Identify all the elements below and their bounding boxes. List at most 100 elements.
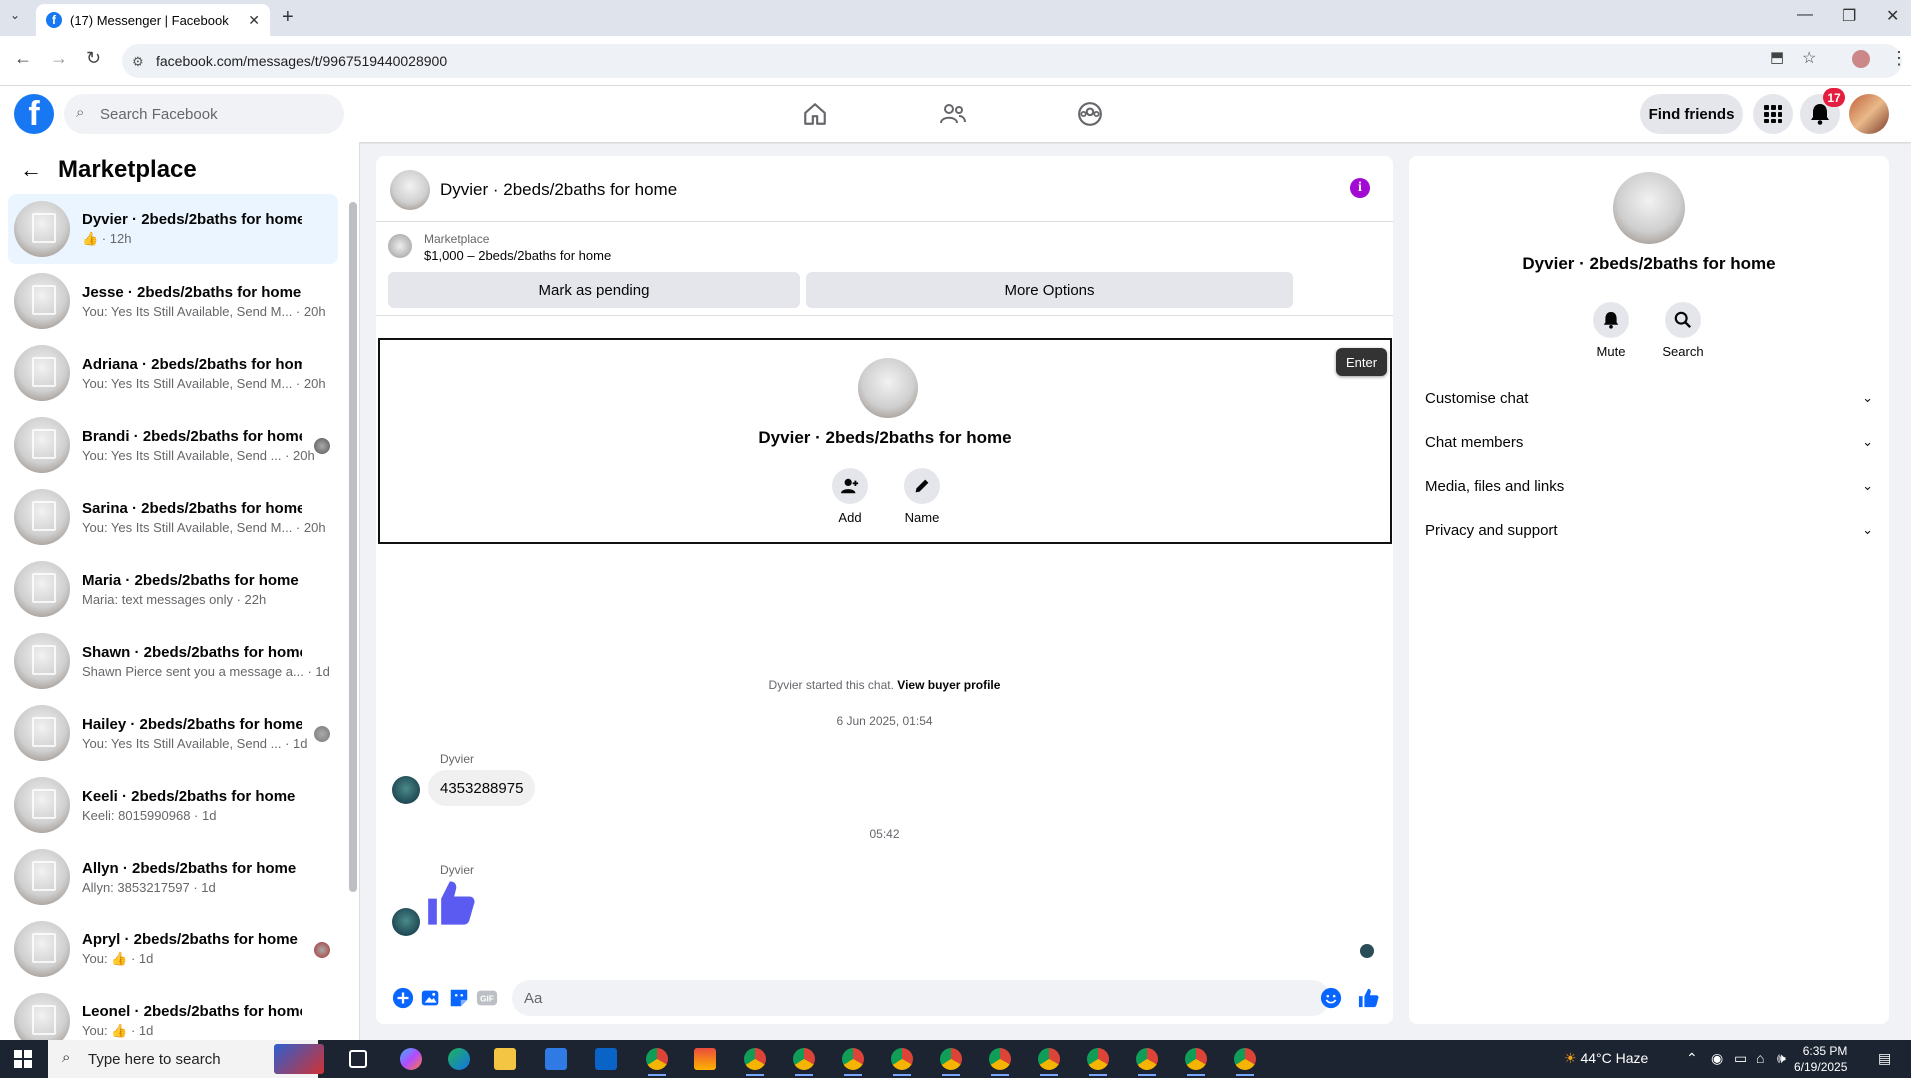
battery-icon[interactable]: ▭ bbox=[1734, 1050, 1747, 1067]
chrome-icon[interactable] bbox=[646, 1048, 668, 1076]
home-icon[interactable] bbox=[799, 98, 831, 130]
facebook-logo[interactable]: f bbox=[14, 94, 54, 134]
search-facebook-input[interactable]: ⌕ Search Facebook bbox=[64, 94, 344, 134]
conversation-text: Allyn · 2beds/2baths for home Allyn: 3853… bbox=[82, 860, 302, 895]
bookmark-star-icon[interactable]: ☆ bbox=[1802, 48, 1816, 68]
chrome-profile-icon[interactable] bbox=[891, 1048, 913, 1076]
show-hidden-icons-chevron-icon[interactable]: ⌃ bbox=[1686, 1050, 1698, 1067]
details-avatar[interactable] bbox=[1613, 172, 1685, 244]
microsoft-store-icon[interactable] bbox=[545, 1048, 567, 1070]
tab-search-dropdown-icon[interactable]: ⌄ bbox=[10, 8, 20, 22]
back-arrow-icon[interactable]: ← bbox=[20, 157, 42, 183]
site-settings-icon[interactable]: ⚙ bbox=[132, 54, 144, 70]
weather-widget[interactable]: ☀ 44°C Haze bbox=[1564, 1050, 1648, 1067]
forward-arrow-icon[interactable]: → bbox=[50, 48, 68, 69]
sender-avatar[interactable] bbox=[392, 776, 420, 804]
chrome-profile-icon[interactable] bbox=[842, 1048, 864, 1076]
sidebar-scrollbar[interactable] bbox=[349, 202, 357, 892]
conversation-item[interactable]: Jesse · 2beds/2baths for home You: Yes It… bbox=[8, 266, 338, 336]
chrome-profile-icon[interactable] bbox=[1136, 1048, 1158, 1076]
chrome-profile-icon[interactable] bbox=[1038, 1048, 1060, 1076]
chat-members-section[interactable]: Chat members ⌄ bbox=[1425, 424, 1873, 460]
conversation-item[interactable]: Maria · 2beds/2baths for home Maria: text… bbox=[8, 554, 338, 624]
conversation-item[interactable]: Shawn · 2beds/2baths for home Shawn Pierc… bbox=[8, 626, 338, 696]
listing-price-title[interactable]: $1,000 – 2beds/2baths for home bbox=[424, 248, 611, 263]
chrome-profile-icon[interactable] bbox=[1087, 1048, 1109, 1076]
sender-avatar[interactable] bbox=[392, 908, 420, 936]
menu-grid-icon[interactable] bbox=[1753, 94, 1793, 134]
friends-icon[interactable] bbox=[937, 98, 969, 130]
more-actions-plus-icon[interactable] bbox=[392, 987, 414, 1009]
app-icon[interactable] bbox=[694, 1048, 716, 1070]
network-icon[interactable]: ⌂ bbox=[1756, 1050, 1764, 1066]
media-files-links-section[interactable]: Media, files and links ⌄ bbox=[1425, 468, 1873, 504]
meet-now-icon[interactable]: ◉ bbox=[1711, 1050, 1723, 1067]
message-input[interactable]: Aa bbox=[512, 980, 1330, 1016]
conversation-item[interactable]: Apryl · 2beds/2baths for home You: 👍 · 1d bbox=[8, 914, 338, 984]
conversation-item[interactable]: Leonel · 2beds/2baths for home You: 👍 · 1… bbox=[8, 986, 338, 1040]
chrome-profile-icon[interactable] bbox=[940, 1048, 962, 1076]
file-explorer-icon[interactable] bbox=[494, 1048, 516, 1070]
chat-title[interactable]: Dyvier · 2beds/2baths for home bbox=[440, 180, 677, 200]
like-message-thumbs-up-icon[interactable] bbox=[426, 876, 478, 935]
view-buyer-profile-link[interactable]: View buyer profile bbox=[897, 678, 1000, 692]
privacy-support-section[interactable]: Privacy and support ⌄ bbox=[1425, 512, 1873, 548]
conversation-text: Brandi · 2beds/2baths for home You: Yes I… bbox=[82, 428, 315, 463]
more-options-button[interactable]: More Options bbox=[806, 272, 1293, 308]
conversation-item[interactable]: Adriana · 2beds/2baths for home You: Yes … bbox=[8, 338, 338, 408]
mute-button[interactable]: Mute bbox=[1581, 302, 1641, 359]
info-icon[interactable]: i bbox=[1350, 178, 1370, 198]
outlook-icon[interactable] bbox=[595, 1048, 617, 1070]
back-arrow-icon[interactable]: ← bbox=[14, 48, 32, 69]
attach-photo-icon[interactable] bbox=[420, 987, 442, 1009]
url-field[interactable]: facebook.com/messages/t/9967519440028900 bbox=[122, 44, 1902, 78]
conversation-item[interactable]: Brandi · 2beds/2baths for home You: Yes I… bbox=[8, 410, 338, 480]
mark-as-pending-button[interactable]: Mark as pending bbox=[388, 272, 800, 308]
copilot-icon[interactable] bbox=[400, 1048, 422, 1070]
message-bubble[interactable]: 4353288975 bbox=[428, 770, 536, 806]
conversation-item[interactable]: Hailey · 2beds/2baths for home You: Yes I… bbox=[8, 698, 338, 768]
user-avatar[interactable] bbox=[1849, 94, 1889, 134]
gif-icon[interactable]: GIF bbox=[476, 987, 498, 1009]
search-in-chat-button[interactable]: Search bbox=[1653, 302, 1713, 359]
taskbar-clock[interactable]: 6:35 PM 6/19/2025 bbox=[1794, 1043, 1847, 1075]
tab-close-icon[interactable]: ✕ bbox=[248, 12, 260, 29]
close-window-icon[interactable]: ✕ bbox=[1886, 6, 1899, 26]
browser-tab[interactable]: f (17) Messenger | Facebook ✕ bbox=[36, 4, 270, 36]
conversation-avatar bbox=[14, 633, 70, 689]
sticker-icon[interactable] bbox=[448, 987, 470, 1009]
search-highlight-icon[interactable] bbox=[274, 1044, 324, 1074]
find-friends-button[interactable]: Find friends bbox=[1640, 94, 1743, 134]
read-receipt-avatar bbox=[314, 942, 330, 958]
chrome-profile-icon[interactable] bbox=[989, 1048, 1011, 1076]
chat-avatar[interactable] bbox=[390, 170, 430, 210]
url-text: facebook.com/messages/t/9967519440028900 bbox=[156, 53, 448, 69]
minimize-icon[interactable]: — bbox=[1797, 6, 1813, 24]
new-tab-button[interactable]: + bbox=[282, 6, 294, 29]
volume-icon[interactable]: 🕪 bbox=[1777, 1050, 1786, 1067]
name-chat-button[interactable]: Name bbox=[892, 468, 952, 525]
browser-menu-icon[interactable]: ⋮ bbox=[1890, 48, 1908, 69]
notification-center-icon[interactable]: ▤ bbox=[1878, 1050, 1891, 1067]
groups-icon[interactable] bbox=[1074, 98, 1106, 130]
send-like-icon[interactable] bbox=[1358, 987, 1380, 1009]
conversation-item[interactable]: Dyvier · 2beds/2baths for home 👍 · 12h bbox=[8, 194, 338, 264]
chrome-profile-icon[interactable] bbox=[1185, 1048, 1207, 1076]
chrome-profile-icon[interactable] bbox=[1234, 1048, 1256, 1076]
windows-start-icon[interactable] bbox=[14, 1050, 32, 1068]
customise-chat-section[interactable]: Customise chat ⌄ bbox=[1425, 380, 1873, 416]
conversation-item[interactable]: Allyn · 2beds/2baths for home Allyn: 3853… bbox=[8, 842, 338, 912]
edge-icon[interactable] bbox=[448, 1048, 470, 1070]
install-app-icon[interactable]: ⬒ bbox=[1770, 48, 1784, 66]
add-people-button[interactable]: Add bbox=[820, 468, 880, 525]
chrome-profile-icon[interactable] bbox=[793, 1048, 815, 1076]
conversation-item[interactable]: Keeli · 2beds/2baths for home Keeli: 8015… bbox=[8, 770, 338, 840]
listing-thumbnail[interactable] bbox=[388, 234, 412, 258]
task-view-icon[interactable] bbox=[349, 1050, 367, 1068]
reload-icon[interactable]: ↻ bbox=[86, 48, 101, 69]
profile-icon[interactable] bbox=[1852, 50, 1870, 68]
chrome-profile-icon[interactable] bbox=[744, 1048, 766, 1076]
restore-icon[interactable]: ❐ bbox=[1842, 6, 1856, 26]
emoji-icon[interactable] bbox=[1320, 987, 1342, 1009]
conversation-item[interactable]: Sarina · 2beds/2baths for home You: Yes I… bbox=[8, 482, 338, 552]
